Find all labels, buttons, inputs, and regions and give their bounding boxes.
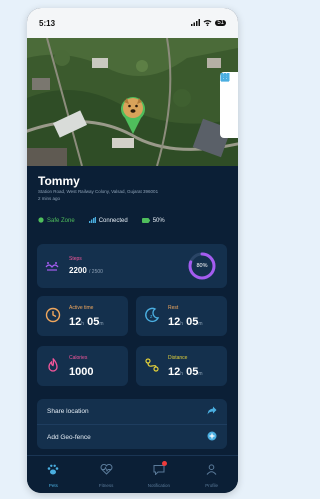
rest-minutes: 05 — [186, 316, 199, 328]
signal-icon — [191, 18, 201, 28]
calories-card[interactable]: Calories 1000 — [37, 346, 128, 386]
phone-screen: 5:13 51 Tommy Station Road, West Railway… — [27, 8, 238, 493]
distance-card[interactable]: Distance 12h 05m — [136, 346, 227, 386]
calories-value: 1000 — [69, 366, 94, 378]
rest-h-unit: h — [180, 321, 184, 327]
signal-bars-icon — [88, 217, 96, 225]
distance-m-unit: m — [198, 371, 203, 377]
active-time-hours: 12 — [69, 316, 82, 328]
battery-icon — [141, 217, 150, 225]
pet-name: Tommy — [38, 174, 80, 188]
status-time: 5:13 — [39, 18, 56, 28]
steps-card[interactable]: Steps 2200 / 2500 80% — [37, 244, 227, 288]
steps-value: 2200 / 2500 — [69, 266, 103, 275]
paw-steps-icon — [45, 259, 59, 277]
pet-address: Station Road, West Railway Colony, Valsa… — [38, 189, 159, 194]
user-icon — [206, 462, 217, 480]
rest-hours: 12 — [168, 316, 181, 328]
rest-value: 12h 05m — [168, 316, 203, 328]
battery-indicator: 51 — [215, 20, 226, 26]
rest-m-unit: m — [198, 321, 203, 327]
map-view[interactable] — [27, 38, 238, 166]
active-time-m-unit: m — [99, 321, 104, 327]
distance-h-unit: h — [180, 371, 184, 377]
rest-label: Rest — [168, 305, 179, 311]
distance-hours: 12 — [168, 366, 181, 378]
share-location-label: Share location — [47, 408, 89, 415]
nav-fitness[interactable]: Fitness — [86, 462, 126, 488]
active-time-value: 12h 05m — [69, 316, 104, 328]
status-row: Safe Zone Connected 50% — [38, 217, 165, 225]
share-location-item[interactable]: Share location — [37, 399, 227, 424]
route-icon — [144, 357, 160, 378]
battery-label: 50% — [152, 218, 165, 224]
wifi-icon — [203, 19, 212, 28]
rest-card[interactable]: z Rest 12h 05m — [136, 296, 227, 336]
clock-icon — [45, 307, 61, 328]
distance-value: 12h 05m — [168, 366, 203, 378]
nav-profile[interactable]: Profile — [192, 462, 232, 488]
distance-label: Distance — [168, 355, 188, 361]
safe-zone-label: Safe Zone — [47, 218, 75, 224]
nav-notification[interactable]: Notification — [139, 461, 179, 488]
active-time-h-unit: h — [81, 321, 85, 327]
safe-zone-status: Safe Zone — [38, 217, 75, 225]
svg-text:z: z — [150, 314, 153, 320]
notification-dot — [161, 461, 167, 466]
share-arrow-icon — [207, 406, 217, 417]
calories-label: Calories — [69, 355, 88, 361]
active-time-label: Active time — [69, 305, 94, 311]
steps-count: 2200 — [69, 266, 87, 275]
map-controls — [220, 72, 238, 138]
add-circle-icon — [207, 431, 217, 443]
last-updated: 2 mins ago — [38, 196, 61, 201]
safe-zone-icon — [38, 217, 44, 225]
active-time-card[interactable]: Active time 12h 05m — [37, 296, 128, 336]
action-list: Share location Add Geo-fence — [37, 399, 227, 449]
active-time-minutes: 05 — [87, 316, 100, 328]
add-geofence-item[interactable]: Add Geo-fence — [37, 424, 227, 449]
map-layers-button[interactable] — [220, 73, 238, 116]
steps-goal: / 2500 — [89, 269, 103, 275]
nav-notification-label: Notification — [147, 483, 170, 488]
nav-pets[interactable]: Pets — [33, 462, 73, 488]
paw-icon — [47, 462, 59, 480]
nav-pets-label: Pets — [48, 483, 58, 488]
flame-icon — [45, 357, 61, 378]
bottom-nav: Pets Fitness Notification Profile — [27, 455, 238, 493]
steps-progress-text: 80% — [196, 263, 208, 269]
distance-minutes: 05 — [186, 366, 199, 378]
nav-profile-label: Profile — [205, 483, 218, 488]
battery-status: 50% — [141, 217, 165, 225]
heart-pulse-icon — [100, 462, 113, 480]
rest-moon-icon: z — [144, 307, 160, 328]
download-map-button[interactable] — [220, 73, 238, 138]
connection-status: Connected — [88, 217, 128, 225]
add-geofence-label: Add Geo-fence — [47, 433, 91, 441]
pet-location-marker[interactable] — [119, 94, 147, 134]
status-bar: 5:13 51 — [27, 8, 238, 38]
steps-label: Steps — [69, 256, 82, 262]
connection-label: Connected — [98, 218, 128, 224]
nav-fitness-label: Fitness — [98, 483, 114, 488]
status-icons: 51 — [191, 18, 226, 28]
